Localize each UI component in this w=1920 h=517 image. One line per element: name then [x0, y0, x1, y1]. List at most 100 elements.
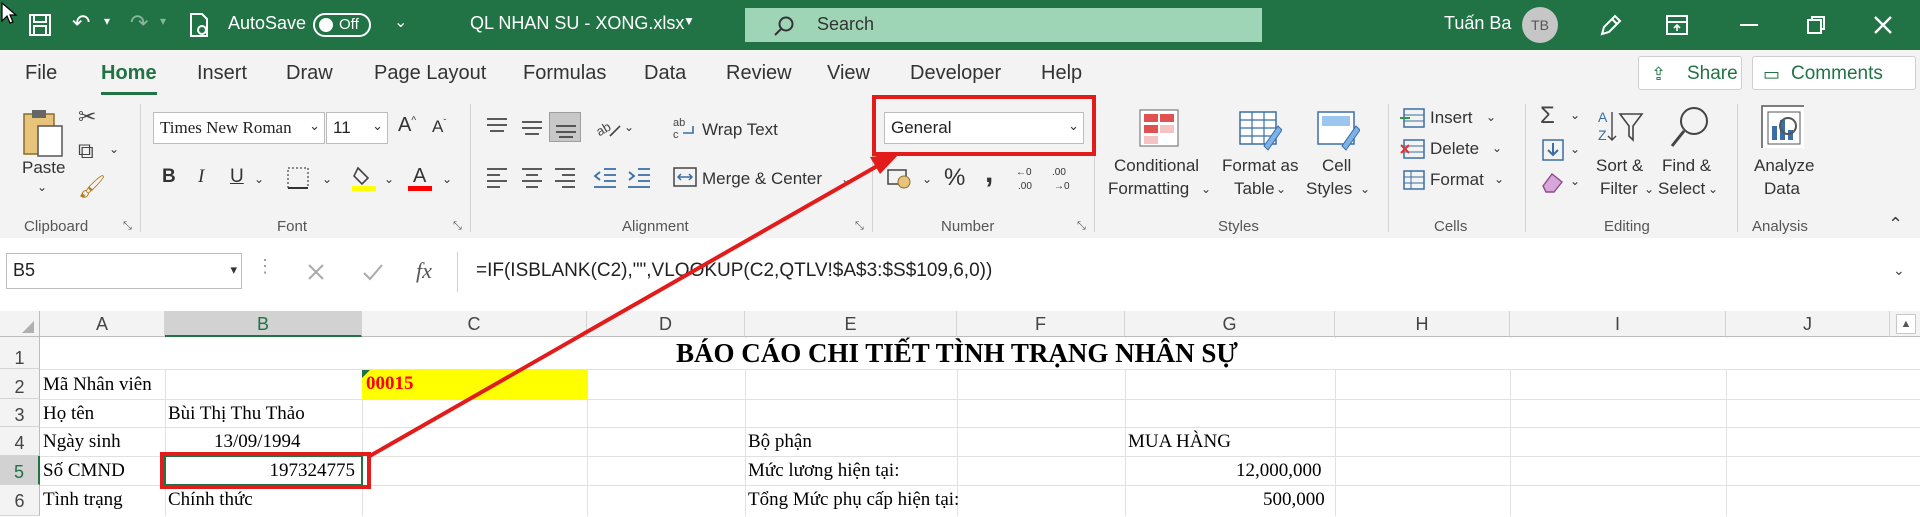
- paste-label[interactable]: Paste: [22, 158, 65, 178]
- format-label[interactable]: Format: [1430, 170, 1484, 190]
- accounting-format-icon[interactable]: [886, 166, 914, 190]
- insert-function-button[interactable]: fx: [416, 258, 432, 284]
- row-header-3[interactable]: 3: [0, 399, 40, 427]
- formula-input[interactable]: =IF(ISBLANK(C2),"",VLOOKUP(C2,QTLV!$A$3:…: [457, 252, 1878, 292]
- insert-cells-icon[interactable]: [1400, 106, 1426, 130]
- clipboard-launcher-icon[interactable]: ⤡: [123, 220, 132, 233]
- fill-color-dropdown-icon[interactable]: ⌄: [384, 172, 394, 186]
- cancel-icon[interactable]: [306, 262, 326, 282]
- find-select-icon[interactable]: [1668, 104, 1712, 150]
- borders-dropdown-icon[interactable]: ⌄: [322, 172, 332, 186]
- cell-styles-label-1[interactable]: Cell: [1322, 156, 1351, 176]
- clear-icon[interactable]: [1540, 170, 1566, 194]
- tab-insert[interactable]: Insert: [197, 62, 247, 85]
- enter-icon[interactable]: [362, 262, 384, 282]
- orientation-icon[interactable]: ab: [594, 114, 622, 140]
- restore-icon[interactable]: [1806, 15, 1826, 35]
- format-as-table-label-1[interactable]: Format as: [1222, 156, 1299, 176]
- sort-filter-icon[interactable]: AZ: [1596, 106, 1646, 150]
- column-header-j[interactable]: J: [1726, 311, 1890, 337]
- find-select-label-2[interactable]: Select: [1658, 179, 1705, 199]
- increase-indent-icon[interactable]: [626, 166, 652, 188]
- shrink-font-icon[interactable]: Aˇ: [432, 117, 446, 137]
- conditional-formatting-label-2[interactable]: Formatting: [1108, 179, 1189, 199]
- clear-dropdown-icon[interactable]: ⌄: [1570, 174, 1580, 188]
- column-header-h[interactable]: H: [1335, 311, 1510, 337]
- column-header-d[interactable]: D: [587, 311, 745, 337]
- collapse-ribbon-icon[interactable]: ⌃: [1888, 214, 1903, 235]
- analyze-data-label-2[interactable]: Data: [1764, 179, 1800, 199]
- pen-icon[interactable]: [1598, 12, 1624, 38]
- employee-id-cell[interactable]: 00015: [362, 370, 587, 399]
- align-right-icon[interactable]: [552, 166, 578, 188]
- file-name[interactable]: QL NHAN SU - XONG.xlsx: [470, 13, 684, 34]
- save-icon[interactable]: [28, 13, 52, 37]
- orientation-dropdown-icon[interactable]: ⌄: [624, 120, 634, 134]
- delete-label[interactable]: Delete: [1430, 139, 1479, 159]
- tab-developer[interactable]: Developer: [910, 62, 1001, 85]
- grow-font-icon[interactable]: A^: [398, 114, 416, 137]
- column-header-c[interactable]: C: [362, 311, 587, 337]
- minimize-icon[interactable]: [1740, 24, 1758, 26]
- copy-dropdown-icon[interactable]: ⌄: [109, 142, 119, 156]
- customize-qat-icon[interactable]: ⌄: [394, 12, 407, 32]
- format-table-dropdown-icon[interactable]: ⌄: [1276, 182, 1286, 196]
- scroll-up-button[interactable]: ▲: [1896, 314, 1916, 334]
- fill-dropdown-icon[interactable]: ⌄: [1570, 142, 1580, 156]
- document-icon[interactable]: [188, 12, 210, 38]
- align-middle-icon[interactable]: [519, 116, 545, 138]
- decrease-decimal-icon[interactable]: .00→0: [1052, 164, 1080, 192]
- format-dropdown-icon[interactable]: ⌄: [1494, 172, 1504, 186]
- tab-formulas[interactable]: Formulas: [523, 62, 606, 85]
- search-box[interactable]: Search: [745, 8, 1262, 42]
- increase-decimal-icon[interactable]: ←0.00: [1016, 164, 1044, 192]
- autosum-icon[interactable]: Σ: [1540, 102, 1555, 130]
- ribbon-display-icon[interactable]: [1665, 14, 1689, 36]
- column-header-f[interactable]: F: [957, 311, 1125, 337]
- share-button[interactable]: ⇪ Share: [1638, 56, 1742, 90]
- find-select-label-1[interactable]: Find &: [1662, 156, 1711, 176]
- borders-icon[interactable]: [286, 166, 310, 190]
- number-launcher-icon[interactable]: ⤡: [1077, 220, 1086, 233]
- cell-styles-icon[interactable]: [1316, 108, 1360, 152]
- filename-dropdown-icon[interactable]: ▼: [683, 14, 695, 28]
- alignment-launcher-icon[interactable]: ⤡: [855, 220, 864, 233]
- row-header-4[interactable]: 4: [0, 427, 40, 456]
- column-header-i[interactable]: I: [1510, 311, 1726, 337]
- autosave-toggle[interactable]: Off: [313, 13, 371, 37]
- font-family-select[interactable]: Times New Roman ⌄: [153, 112, 325, 144]
- format-as-table-icon[interactable]: [1238, 108, 1282, 152]
- tab-file[interactable]: File: [25, 62, 57, 85]
- align-center-icon[interactable]: [519, 166, 545, 188]
- comma-style-button[interactable]: ,: [985, 156, 993, 190]
- analyze-data-icon[interactable]: [1760, 104, 1804, 148]
- tab-view[interactable]: View: [827, 62, 870, 85]
- sort-filter-dropdown-icon[interactable]: ⌄: [1644, 182, 1654, 196]
- wrap-text-label[interactable]: Wrap Text: [702, 120, 778, 140]
- font-launcher-icon[interactable]: ⤡: [453, 220, 462, 233]
- underline-button[interactable]: U: [230, 166, 244, 188]
- format-cells-icon[interactable]: [1400, 168, 1426, 192]
- format-painter-icon[interactable]: 🖌: [78, 174, 106, 200]
- undo-icon[interactable]: ↶: [72, 10, 90, 36]
- tab-home[interactable]: Home: [101, 62, 157, 95]
- insert-label[interactable]: Insert: [1430, 108, 1473, 128]
- merge-center-icon[interactable]: [672, 166, 698, 188]
- cell-styles-dropdown-icon[interactable]: ⌄: [1360, 182, 1370, 196]
- format-as-table-label-2[interactable]: Table: [1234, 179, 1275, 199]
- analyze-data-label-1[interactable]: Analyze: [1754, 156, 1814, 176]
- tab-review[interactable]: Review: [726, 62, 792, 85]
- undo-dropdown-icon[interactable]: ▾: [104, 14, 110, 28]
- align-bottom-button[interactable]: [549, 112, 581, 142]
- tab-data[interactable]: Data: [644, 62, 686, 85]
- merge-center-label[interactable]: Merge & Center: [702, 169, 822, 189]
- align-top-icon[interactable]: [484, 116, 510, 138]
- tab-page-layout[interactable]: Page Layout: [374, 62, 486, 85]
- cell-styles-label-2[interactable]: Styles: [1306, 179, 1352, 199]
- font-color-icon[interactable]: A: [408, 162, 434, 192]
- comments-button[interactable]: ▭ Comments: [1752, 56, 1916, 90]
- fill-color-icon[interactable]: [352, 164, 378, 192]
- row-header-5[interactable]: 5: [0, 456, 40, 485]
- accounting-dropdown-icon[interactable]: ⌄: [922, 172, 932, 186]
- percent-style-button[interactable]: %: [944, 164, 965, 192]
